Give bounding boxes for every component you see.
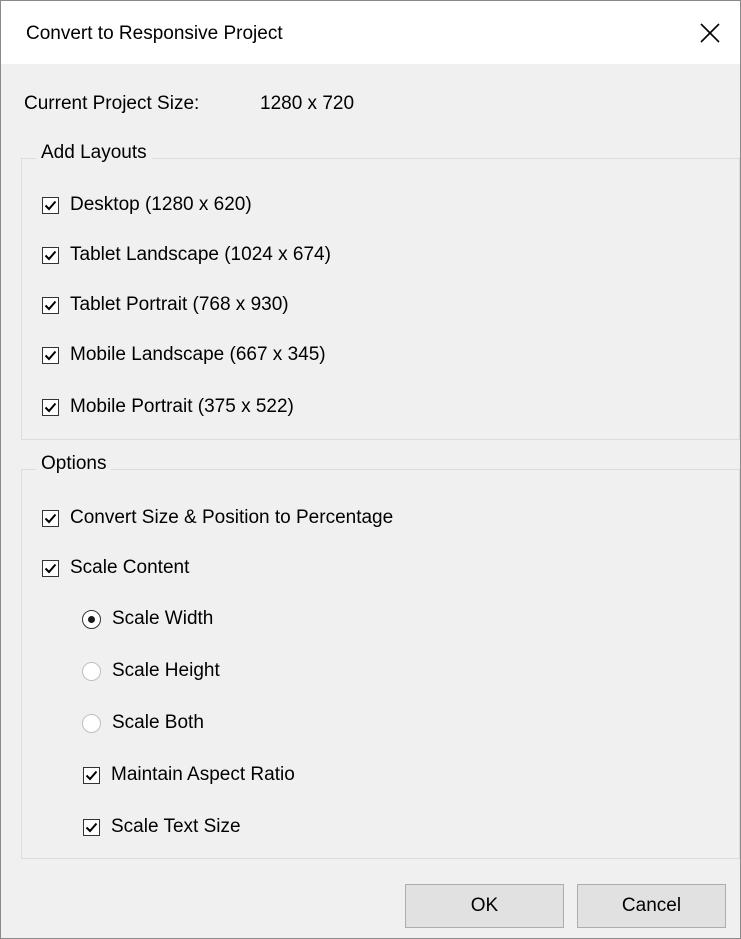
project-size-row: Current Project Size: 1280 x 720: [24, 93, 354, 115]
layout-mobile-landscape-checkbox[interactable]: Mobile Landscape (667 x 345): [42, 343, 326, 367]
close-button[interactable]: [680, 1, 740, 64]
convert-percentage-checkbox[interactable]: Convert Size & Position to Percentage: [42, 506, 393, 530]
scale-text-label: Scale Text Size: [111, 816, 241, 837]
cancel-button[interactable]: Cancel: [577, 884, 726, 928]
project-size-label: Current Project Size:: [24, 93, 200, 114]
maintain-aspect-checkbox[interactable]: Maintain Aspect Ratio: [83, 763, 295, 787]
radio-button: [82, 609, 101, 629]
checkbox-box: [42, 559, 59, 577]
layout-tablet-portrait-label: Tablet Portrait (768 x 930): [70, 294, 289, 315]
radio-button: [82, 661, 101, 681]
convert-responsive-dialog: Convert to Responsive Project Current Pr…: [0, 0, 741, 939]
layout-desktop-checkbox[interactable]: Desktop (1280 x 620): [42, 193, 252, 217]
layout-mobile-landscape-label: Mobile Landscape (667 x 345): [70, 344, 326, 365]
options-group: Options Convert Size & Position to Perce…: [21, 453, 740, 859]
maintain-aspect-label: Maintain Aspect Ratio: [111, 764, 295, 785]
scale-both-label: Scale Both: [112, 712, 204, 733]
checkbox-box: [42, 509, 59, 527]
checkmark-icon: [85, 822, 98, 832]
checkmark-icon: [44, 300, 57, 310]
checkbox-box: [42, 196, 59, 214]
radio-dot-icon: [88, 615, 95, 623]
title-bar: Convert to Responsive Project: [1, 1, 740, 64]
close-icon: [700, 23, 720, 43]
layout-mobile-portrait-label: Mobile Portrait (375 x 522): [70, 396, 294, 417]
scale-text-checkbox[interactable]: Scale Text Size: [83, 815, 241, 839]
layout-tablet-landscape-checkbox[interactable]: Tablet Landscape (1024 x 674): [42, 243, 331, 267]
checkbox-box: [42, 346, 59, 364]
checkbox-box: [83, 818, 100, 836]
scale-height-radio[interactable]: Scale Height: [82, 659, 220, 683]
options-legend: Options: [36, 453, 112, 475]
project-size-value: 1280 x 720: [260, 93, 355, 114]
checkmark-icon: [44, 563, 57, 573]
checkmark-icon: [44, 513, 57, 523]
scale-content-label: Scale Content: [70, 557, 190, 578]
checkbox-box: [42, 296, 59, 314]
convert-percentage-label: Convert Size & Position to Percentage: [70, 507, 394, 528]
layout-mobile-portrait-checkbox[interactable]: Mobile Portrait (375 x 522): [42, 395, 294, 419]
checkmark-icon: [44, 350, 57, 360]
checkmark-icon: [44, 402, 57, 412]
add-layouts-group: Add Layouts Desktop (1280 x 620) Tablet …: [21, 142, 740, 440]
scale-both-radio[interactable]: Scale Both: [82, 711, 204, 735]
checkmark-icon: [85, 770, 98, 780]
scale-height-label: Scale Height: [112, 660, 220, 681]
layout-tablet-landscape-label: Tablet Landscape (1024 x 674): [70, 244, 331, 265]
radio-button: [82, 713, 101, 733]
dialog-title: Convert to Responsive Project: [26, 23, 283, 44]
checkbox-box: [42, 246, 59, 264]
layout-tablet-portrait-checkbox[interactable]: Tablet Portrait (768 x 930): [42, 293, 289, 317]
checkmark-icon: [44, 250, 57, 260]
checkbox-box: [83, 766, 100, 784]
checkbox-box: [42, 398, 59, 416]
ok-button[interactable]: OK: [405, 884, 564, 928]
scale-content-checkbox[interactable]: Scale Content: [42, 556, 189, 580]
scale-width-radio[interactable]: Scale Width: [82, 607, 213, 631]
scale-width-label: Scale Width: [112, 608, 214, 629]
checkmark-icon: [44, 200, 57, 210]
add-layouts-legend: Add Layouts: [36, 142, 152, 164]
layout-desktop-label: Desktop (1280 x 620): [70, 194, 252, 215]
